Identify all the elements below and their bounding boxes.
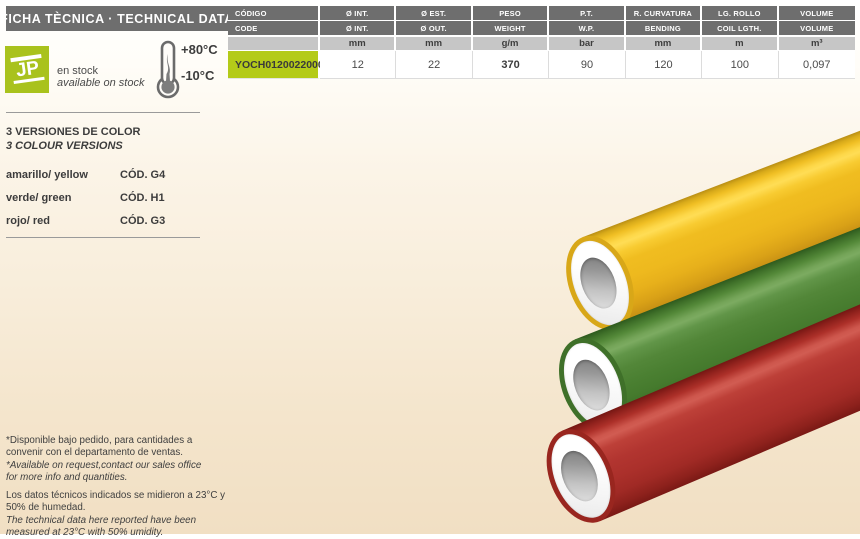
header-cell-diam-int-en: Ø INT. <box>320 21 396 37</box>
value-cell-bending-radius: 120 <box>626 51 702 79</box>
note-measured-es: Los datos técnicos indicados se midieron… <box>6 490 236 515</box>
value-cell-working-pressure: 90 <box>549 51 625 79</box>
header-cell-diam-est-es: Ø EST. <box>396 6 472 21</box>
hose-green-body <box>575 196 860 430</box>
hose-red <box>562 279 860 522</box>
stock-availability: en stock available on stock <box>57 66 144 89</box>
header-cell-pt: P.T. <box>549 6 625 21</box>
colour-versions-heading-en: 3 COLOUR VERSIONS <box>6 140 140 154</box>
hose-green-cut-end <box>546 328 640 442</box>
value-cell-volume: 0,097 <box>779 51 855 79</box>
hose-red-cut-end <box>533 419 628 533</box>
value-cell-inner-diameter: 12 <box>320 51 396 79</box>
unit-cell-m: m <box>702 37 778 51</box>
unit-cell-empty <box>228 37 320 51</box>
stock-label-en: available on stock <box>57 78 144 90</box>
hose-yellow <box>582 97 860 328</box>
hose-red-body <box>562 279 860 522</box>
hose-inner-wall <box>540 425 622 526</box>
product-code-cell: YOCH0120022000 <box>228 51 320 79</box>
datasheet-page: FICHA TÈCNICA · TECHNICAL DATA CÓDIGO Ø … <box>0 0 860 534</box>
hose-inner-wall <box>560 233 640 334</box>
value-cell-coil-length: 100 <box>702 51 778 79</box>
header-cell-codigo: CÓDIGO <box>228 6 320 21</box>
colour-versions-heading: 3 VERSIONES DE COLOR 3 COLOUR VERSIONS <box>6 126 140 153</box>
header-cell-wp: W.P. <box>549 21 625 37</box>
hose-green <box>575 196 860 430</box>
jp-logo-inner: JP <box>10 54 44 84</box>
header-cell-diam-out-en: Ø OUT. <box>396 21 472 37</box>
header-cell-code: CODE <box>228 21 320 37</box>
logo-letters: JP <box>14 59 39 79</box>
header-cell-coil-lgth: COIL LGTH. <box>702 21 778 37</box>
colour-code: CÓD. G3 <box>120 215 165 227</box>
technical-data-table: CÓDIGO Ø INT. Ø EST. PESO P.T. R. CURVAT… <box>228 6 855 79</box>
note-available-en: *Available on request,contact our sales … <box>6 460 236 485</box>
hose-bore <box>566 354 616 415</box>
page-title: FICHA TÈCNICA · TECHNICAL DATA <box>6 6 228 31</box>
value-cell-weight: 370 <box>473 51 549 79</box>
hose-yellow-body <box>582 97 860 328</box>
temperature-min: -10°C <box>181 68 214 83</box>
header-cell-volume-es: VOLUME <box>779 6 855 21</box>
colour-label: amarillo/ yellow <box>6 169 120 181</box>
unit-cell-mm-out: mm <box>396 37 472 51</box>
thermometer-icon <box>153 40 183 105</box>
unit-cell-bar: bar <box>549 37 625 51</box>
hose-inner-wall <box>553 335 634 436</box>
colour-label: rojo/ red <box>6 215 120 227</box>
colour-versions-heading-es: 3 VERSIONES DE COLOR <box>6 126 140 140</box>
hose-bore <box>574 252 624 313</box>
colour-row-yellow: amarillo/ yellow CÓD. G4 <box>6 169 216 181</box>
jp-logo: JP <box>5 46 49 93</box>
header-cell-peso: PESO <box>473 6 549 21</box>
colour-label: verde/ green <box>6 192 120 204</box>
header-cell-volume-en: VOLUME <box>779 21 855 37</box>
header-cell-diam-int-es: Ø INT. <box>320 6 396 21</box>
hose-bore <box>554 445 605 507</box>
header-cell-weight: WEIGHT <box>473 21 549 37</box>
unit-cell-mm-bend: mm <box>626 37 702 51</box>
note-measured-en: The technical data here reported have be… <box>6 515 236 539</box>
stock-label-es: en stock <box>57 66 144 78</box>
divider-bottom <box>6 237 200 238</box>
note-available-es: *Disponible bajo pedido, para cantidades… <box>6 435 236 460</box>
unit-cell-mm-int: mm <box>320 37 396 51</box>
header-cell-bending: BENDING <box>626 21 702 37</box>
temperature-max: +80°C <box>181 42 218 57</box>
colour-row-green: verde/ green CÓD. H1 <box>6 192 216 204</box>
colour-row-red: rojo/ red CÓD. G3 <box>6 215 216 227</box>
footnotes: *Disponible bajo pedido, para cantidades… <box>6 435 236 539</box>
divider-top <box>6 112 200 113</box>
unit-cell-gm: g/m <box>473 37 549 51</box>
value-cell-outer-diameter: 22 <box>396 51 472 79</box>
header-cell-curvatura: R. CURVATURA <box>626 6 702 21</box>
colour-code: CÓD. G4 <box>120 169 165 181</box>
unit-cell-m3: m³ <box>779 37 855 51</box>
hose-yellow-cut-end <box>553 226 646 340</box>
header-cell-rollo: LG. ROLLO <box>702 6 778 21</box>
colour-code: CÓD. H1 <box>120 192 165 204</box>
